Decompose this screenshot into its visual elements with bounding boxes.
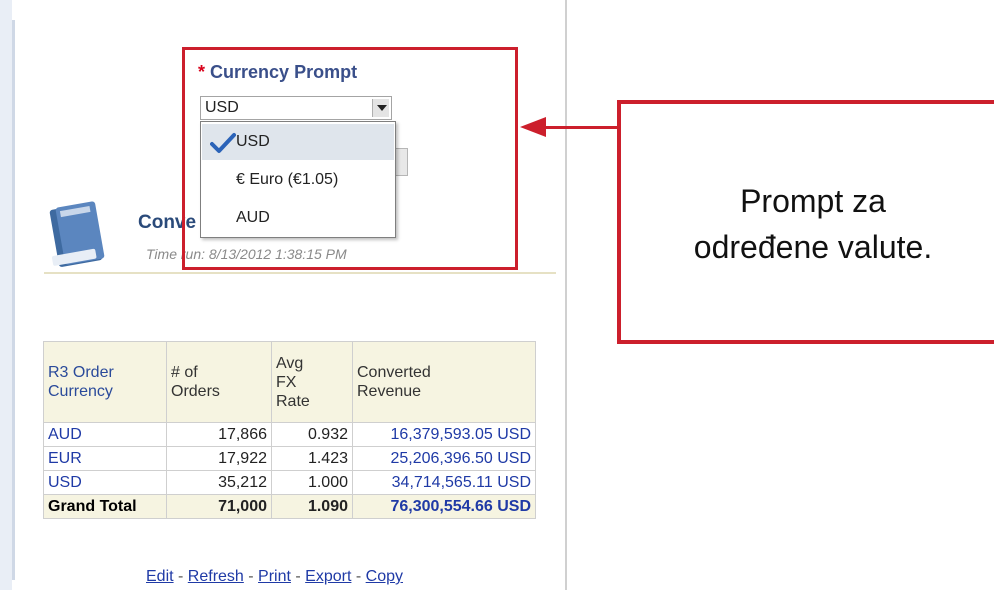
total-fx-rate-cell: 1.090 xyxy=(271,494,353,519)
total-orders-cell: 71,000 xyxy=(166,494,272,519)
total-revenue-link[interactable]: 76,300,554.66 USD xyxy=(352,494,536,519)
link-separator: - xyxy=(243,568,259,585)
content-divider xyxy=(565,0,567,590)
column-header-currency[interactable]: R3 Order Currency xyxy=(43,341,167,423)
copy-link[interactable]: Copy xyxy=(366,568,403,585)
link-separator: - xyxy=(351,568,366,585)
currency-link[interactable]: AUD xyxy=(43,422,167,447)
fx-rate-cell: 0.932 xyxy=(271,422,353,447)
table-row: EUR 17,922 1.423 25,206,396.50 USD xyxy=(43,446,536,471)
header-divider xyxy=(44,272,556,274)
currency-link[interactable]: EUR xyxy=(43,446,167,471)
grand-total-row: Grand Total 71,000 1.090 76,300,554.66 U… xyxy=(43,494,536,519)
orders-cell: 35,212 xyxy=(166,470,272,495)
grand-total-label: Grand Total xyxy=(43,494,167,519)
column-header-orders[interactable]: # of Orders xyxy=(166,341,272,423)
table-row: AUD 17,866 0.932 16,379,593.05 USD xyxy=(43,422,536,447)
edit-link[interactable]: Edit xyxy=(146,568,174,585)
report-links: Edit - Refresh - Print - Export - Copy xyxy=(146,568,403,586)
link-separator: - xyxy=(173,568,188,585)
fx-rate-cell: 1.000 xyxy=(271,470,353,495)
orders-cell: 17,866 xyxy=(166,422,272,447)
column-header-fx-rate[interactable]: Avg FX Rate xyxy=(271,341,353,423)
fx-rate-cell: 1.423 xyxy=(271,446,353,471)
book-icon xyxy=(49,201,105,267)
callout-text: Prompt za određene valute. xyxy=(693,183,933,265)
export-link[interactable]: Export xyxy=(305,568,351,585)
revenue-link[interactable]: 25,206,396.50 USD xyxy=(352,446,536,471)
prompt-highlight-box xyxy=(182,47,518,270)
revenue-link[interactable]: 34,714,565.11 USD xyxy=(352,470,536,495)
currency-link[interactable]: USD xyxy=(43,470,167,495)
arrow-left-icon xyxy=(520,117,546,137)
revenue-link[interactable]: 16,379,593.05 USD xyxy=(352,422,536,447)
orders-cell: 17,922 xyxy=(166,446,272,471)
link-separator: - xyxy=(290,568,306,585)
callout-arrow-line xyxy=(545,126,623,129)
print-link[interactable]: Print xyxy=(258,568,291,585)
column-header-revenue[interactable]: Converted Revenue xyxy=(352,341,536,423)
currency-report-table: R3 Order Currency # of Orders Avg FX Rat… xyxy=(43,341,536,519)
left-panel-border xyxy=(12,20,15,580)
left-panel-strip xyxy=(0,0,12,590)
table-row: USD 35,212 1.000 34,714,565.11 USD xyxy=(43,470,536,495)
refresh-link[interactable]: Refresh xyxy=(188,568,244,585)
